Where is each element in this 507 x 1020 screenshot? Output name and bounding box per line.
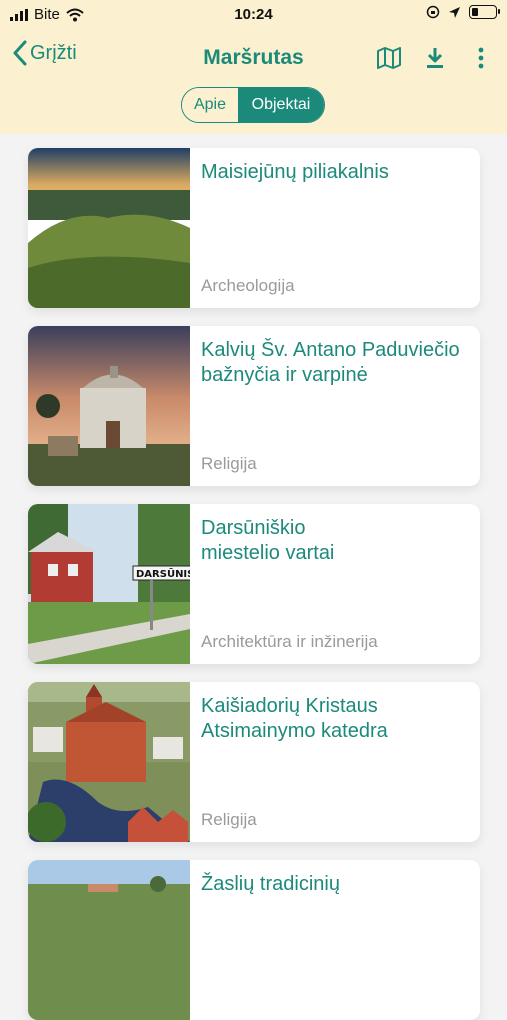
- thumbnail-church: [28, 326, 190, 486]
- item-title: Kalvių Šv. Antano Paduviečio bažnyčia ir…: [201, 339, 460, 386]
- item-title: Maisiejūnų piliakalnis: [201, 161, 389, 183]
- location-icon: [449, 6, 460, 18]
- item-title: Žaslių tradicinių: [201, 873, 340, 895]
- list-item[interactable]: Žaslių tradicinių: [28, 860, 480, 1020]
- more-button[interactable]: [467, 44, 495, 72]
- thumbnail-cathedral: [28, 682, 190, 842]
- header: Bite 10:24 Grįžti Maršrutas Apie Objekta…: [0, 0, 507, 134]
- thumbnail-hillfort: [28, 148, 190, 308]
- tab-objektai[interactable]: Objektai: [238, 88, 324, 122]
- download-button[interactable]: [421, 44, 449, 72]
- list-item[interactable]: Maisiejūnų piliakalnis Archeologija: [28, 148, 480, 308]
- item-title: Kaišiadorių Kristaus Atsimainymo katedra: [201, 695, 388, 742]
- list-item[interactable]: Kaišiadorių Kristaus Atsimainymo katedra…: [28, 682, 480, 842]
- item-category: Architektūra ir inžinerija: [201, 632, 378, 651]
- status-bar: Bite 10:24: [0, 0, 507, 30]
- navigation-bar: Grįžti Maršrutas: [0, 40, 507, 80]
- map-icon: [377, 47, 401, 69]
- item-title: Darsūniškio miestelio vartai: [201, 517, 335, 564]
- list-item[interactable]: DARSŪNIS Darsūniškio miestelio vartai Ar…: [28, 504, 480, 664]
- list-item[interactable]: Kalvių Šv. Antano Paduviečio bažnyčia ir…: [28, 326, 480, 486]
- item-category: Archeologija: [201, 276, 295, 295]
- segmented-control: Apie Objektai: [181, 87, 325, 123]
- thumbnail-town-gate: DARSŪNIS: [28, 504, 190, 664]
- tab-apie[interactable]: Apie: [182, 88, 238, 122]
- map-button[interactable]: [375, 44, 403, 72]
- download-icon: [427, 48, 443, 68]
- thumbnail-village: [28, 860, 190, 1020]
- battery-icon: [469, 5, 500, 19]
- sign-text: DARSŪNIS: [136, 567, 190, 580]
- more-vertical-icon: [478, 47, 484, 69]
- item-category: Religija: [201, 454, 257, 473]
- item-category: Religija: [201, 810, 257, 829]
- rotation-lock-icon: [426, 5, 440, 19]
